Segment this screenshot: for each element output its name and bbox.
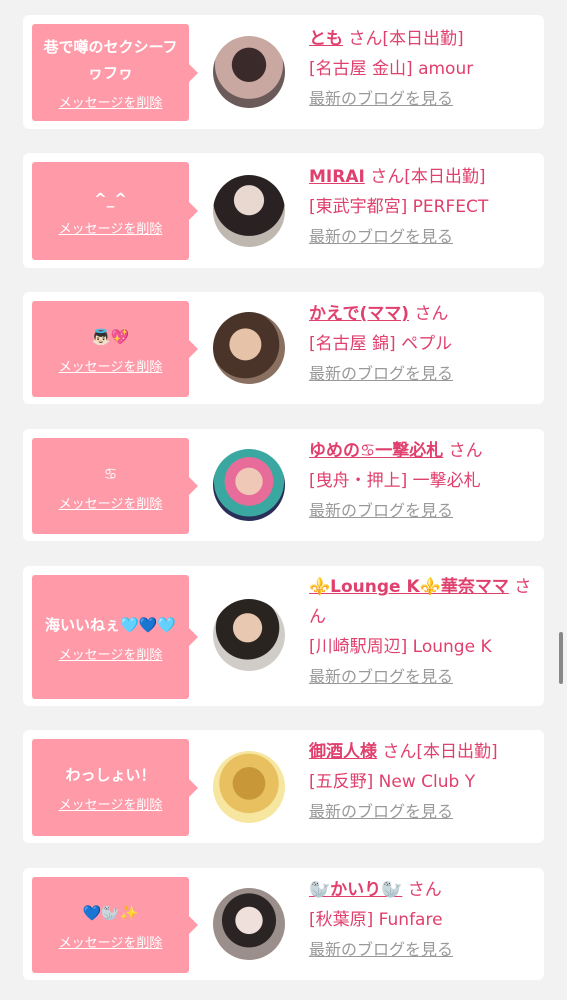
honorific: さん: [407, 880, 442, 900]
message-bubble: 👼🏻💖 メッセージを削除: [32, 301, 198, 397]
honorific: さん: [348, 29, 383, 49]
shop-link[interactable]: [川崎駅周辺] Lounge K: [309, 632, 534, 662]
shop-link[interactable]: [名古屋 金山] amour: [309, 54, 534, 84]
delete-message-link[interactable]: メッセージを削除: [59, 356, 163, 375]
message-bubble: ^_^ メッセージを削除: [32, 162, 198, 260]
message-text: 海いいねぇ🩵💙🩵: [44, 615, 177, 634]
shop-link[interactable]: [東武宇都宮] PERFECT: [309, 192, 534, 222]
work-status: [本日出勤]: [382, 29, 464, 49]
shop-link[interactable]: [秋葉原] Funfare: [309, 905, 534, 935]
cast-name-link[interactable]: ⚜️Lounge K⚜️華奈ママ: [309, 577, 509, 597]
list-item: 巷で噂のセクシーフヮフヮ メッセージを削除 とも さん[本日出勤] [名古屋 金…: [23, 15, 544, 129]
shop-link[interactable]: [名古屋 錦] ペプル: [309, 329, 534, 359]
honorific: さん: [382, 742, 417, 762]
blog-link[interactable]: 最新のブログを見る: [309, 662, 534, 692]
cast-name-link[interactable]: とも: [309, 29, 343, 49]
cast-name-link[interactable]: 🦭かいり🦭: [309, 880, 402, 900]
message-text: ♋: [103, 464, 118, 483]
honorific: さん: [370, 167, 405, 187]
work-status: [本日出勤]: [416, 742, 498, 762]
message-text: 👼🏻💖: [91, 327, 130, 346]
avatar[interactable]: [213, 36, 285, 108]
cast-info: ⚜️Lounge K⚜️華奈ママ さん [川崎駅周辺] Lounge K 最新の…: [309, 572, 534, 692]
honorific: さん: [448, 441, 483, 461]
delete-message-link[interactable]: メッセージを削除: [59, 932, 163, 951]
message-text: 巷で噂のセクシーフヮフヮ: [43, 38, 178, 82]
blog-link[interactable]: 最新のブログを見る: [309, 935, 534, 965]
message-text: ^_^: [94, 189, 127, 208]
cast-info: とも さん[本日出勤] [名古屋 金山] amour 最新のブログを見る: [309, 24, 534, 114]
avatar[interactable]: [213, 449, 285, 521]
cast-info: かえで(ママ) さん [名古屋 錦] ペプル 最新のブログを見る: [309, 299, 534, 389]
avatar[interactable]: [213, 312, 285, 384]
cast-name-link[interactable]: 御酒人様: [309, 742, 377, 762]
delete-message-link[interactable]: メッセージを削除: [59, 644, 163, 663]
message-bubble: わっしょい！ メッセージを削除: [32, 739, 198, 836]
message-text: 💙🦭✨: [82, 903, 139, 922]
blog-link[interactable]: 最新のブログを見る: [309, 359, 534, 389]
delete-message-link[interactable]: メッセージを削除: [59, 218, 163, 237]
cast-info: 🦭かいり🦭 さん [秋葉原] Funfare 最新のブログを見る: [309, 875, 534, 965]
cast-info: 御酒人様 さん[本日出勤] [五反野] New Club Y 最新のブログを見る: [309, 737, 534, 827]
honorific: さん: [414, 304, 449, 324]
cast-name-link[interactable]: MIRAI: [309, 167, 365, 187]
avatar[interactable]: [213, 599, 285, 671]
message-bubble: 海いいねぇ🩵💙🩵 メッセージを削除: [32, 575, 198, 699]
message-text: わっしょい！: [65, 766, 156, 784]
blog-link[interactable]: 最新のブログを見る: [309, 797, 534, 827]
list-item: 👼🏻💖 メッセージを削除 かえで(ママ) さん [名古屋 錦] ペプル 最新のブ…: [23, 292, 544, 404]
delete-message-link[interactable]: メッセージを削除: [59, 493, 163, 512]
avatar[interactable]: [213, 175, 285, 247]
blog-link[interactable]: 最新のブログを見る: [309, 496, 534, 526]
list-item: わっしょい！ メッセージを削除 御酒人様 さん[本日出勤] [五反野] New …: [23, 730, 544, 843]
list-item: 💙🦭✨ メッセージを削除 🦭かいり🦭 さん [秋葉原] Funfare 最新のブ…: [23, 868, 544, 980]
blog-link[interactable]: 最新のブログを見る: [309, 222, 534, 252]
list-item: ^_^ メッセージを削除 MIRAI さん[本日出勤] [東武宇都宮] PERF…: [23, 153, 544, 268]
avatar[interactable]: [213, 751, 285, 823]
shop-link[interactable]: [曳舟・押上] 一撃必札: [309, 466, 534, 496]
delete-message-link[interactable]: メッセージを削除: [59, 794, 163, 813]
list-item: 海いいねぇ🩵💙🩵 メッセージを削除 ⚜️Lounge K⚜️華奈ママ さん [川…: [23, 566, 544, 706]
cast-name-link[interactable]: かえで(ママ): [309, 304, 409, 324]
message-bubble: 巷で噂のセクシーフヮフヮ メッセージを削除: [32, 24, 198, 121]
work-status: [本日出勤]: [404, 167, 486, 187]
list-item: ♋ メッセージを削除 ゆめの♋一撃必札 さん [曳舟・押上] 一撃必札 最新のブ…: [23, 429, 544, 541]
avatar[interactable]: [213, 888, 285, 960]
cast-info: MIRAI さん[本日出勤] [東武宇都宮] PERFECT 最新のブログを見る: [309, 162, 534, 252]
shop-link[interactable]: [五反野] New Club Y: [309, 767, 534, 797]
message-bubble: 💙🦭✨ メッセージを削除: [32, 877, 198, 973]
cast-info: ゆめの♋一撃必札 さん [曳舟・押上] 一撃必札 最新のブログを見る: [309, 436, 534, 526]
blog-link[interactable]: 最新のブログを見る: [309, 84, 534, 114]
delete-message-link[interactable]: メッセージを削除: [59, 92, 163, 111]
message-bubble: ♋ メッセージを削除: [32, 438, 198, 534]
cast-name-link[interactable]: ゆめの♋一撃必札: [309, 441, 443, 461]
scrollbar[interactable]: [559, 632, 563, 684]
